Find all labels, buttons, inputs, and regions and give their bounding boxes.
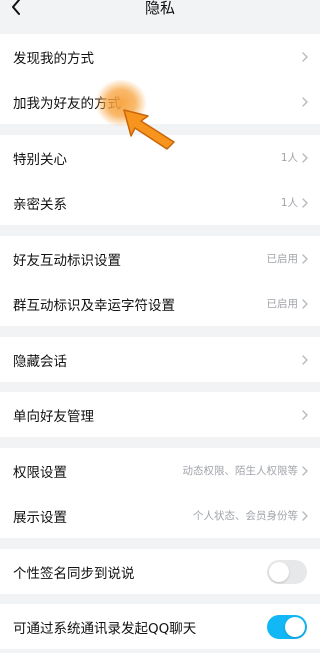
- row-hidden-chats[interactable]: 隐藏会话: [0, 337, 320, 382]
- row-label: 加我为好友的方式: [13, 95, 121, 112]
- row-intimate-relation[interactable]: 亲密关系 1人: [0, 180, 320, 225]
- row-value: 动态权限、陌生人权限等: [182, 465, 299, 477]
- chevron-right-icon: [302, 354, 308, 365]
- toggle-knob: [285, 616, 305, 637]
- row-label: 发现我的方式: [13, 50, 94, 67]
- row-label: 可通过系统通讯录发起QQ聊天: [13, 620, 197, 637]
- row-value: 1人: [280, 197, 298, 209]
- settings-group-permissions: 权限设置 动态权限、陌生人权限等 展示设置 个人状态、会员身份等: [0, 448, 320, 538]
- settings-group-discovery: 发现我的方式 加我为好友的方式: [0, 34, 320, 124]
- chevron-right-icon: [302, 152, 308, 163]
- row-group-interaction-marks[interactable]: 群互动标识及幸运字符设置 已启用: [0, 281, 320, 326]
- row-one-way-friends[interactable]: 单向好友管理: [0, 392, 320, 437]
- chevron-right-icon: [302, 510, 308, 521]
- row-value: 已启用: [266, 298, 299, 310]
- row-signature-sync: 个性签名同步到说说: [0, 549, 320, 594]
- contacts-chat-toggle[interactable]: [267, 614, 307, 639]
- chevron-right-icon: [302, 409, 308, 420]
- settings-group-signature-sync: 个性签名同步到说说: [0, 549, 320, 594]
- settings-group-relations: 特别关心 1人 亲密关系 1人: [0, 135, 320, 225]
- chevron-right-icon: [302, 253, 308, 264]
- row-friend-interaction-marks[interactable]: 好友互动标识设置 已启用: [0, 236, 320, 281]
- settings-group-contacts-chat: 可通过系统通讯录发起QQ聊天: [0, 604, 320, 649]
- navigation-bar: 隐私: [0, 0, 320, 26]
- row-value: 已启用: [266, 253, 299, 265]
- row-value: 1人: [280, 152, 298, 164]
- row-label: 单向好友管理: [13, 408, 94, 425]
- row-add-me-as-friend[interactable]: 加我为好友的方式: [0, 79, 320, 124]
- privacy-settings-screen: 隐私 发现我的方式 加我为好友的方式 特别关心 1人 亲密关系 1人 好友互动标…: [0, 0, 320, 653]
- toggle-knob: [269, 561, 289, 582]
- row-display-settings[interactable]: 展示设置 个人状态、会员身份等: [0, 493, 320, 538]
- row-contacts-chat: 可通过系统通讯录发起QQ聊天: [0, 604, 320, 649]
- row-label: 群互动标识及幸运字符设置: [13, 297, 175, 314]
- row-label: 展示设置: [13, 509, 67, 526]
- row-discover-me[interactable]: 发现我的方式: [0, 34, 320, 79]
- settings-group-one-way-friends: 单向好友管理: [0, 392, 320, 437]
- settings-group-hidden-chats: 隐藏会话: [0, 337, 320, 382]
- row-label: 好友互动标识设置: [13, 252, 121, 269]
- chevron-right-icon: [302, 197, 308, 208]
- row-label: 亲密关系: [13, 196, 67, 213]
- page-title: 隐私: [144, 0, 175, 17]
- settings-group-interaction-marks: 好友互动标识设置 已启用 群互动标识及幸运字符设置 已启用: [0, 236, 320, 326]
- row-permission-settings[interactable]: 权限设置 动态权限、陌生人权限等: [0, 448, 320, 493]
- signature-sync-toggle[interactable]: [267, 559, 307, 584]
- chevron-right-icon: [302, 465, 308, 476]
- row-label: 个性签名同步到说说: [13, 565, 135, 582]
- chevron-right-icon: [302, 96, 308, 107]
- chevron-right-icon: [302, 51, 308, 62]
- row-label: 权限设置: [13, 464, 67, 481]
- row-label: 特别关心: [13, 151, 67, 168]
- row-value: 个人状态、会员身份等: [193, 510, 298, 522]
- chevron-right-icon: [302, 298, 308, 309]
- row-special-care[interactable]: 特别关心 1人: [0, 135, 320, 180]
- row-label: 隐藏会话: [13, 353, 67, 370]
